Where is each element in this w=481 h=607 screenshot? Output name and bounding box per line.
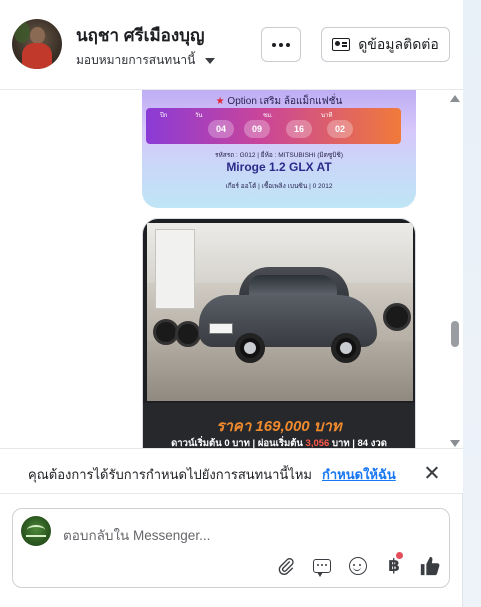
conversation-panel: นฤชา ศรีเมืองบุญ มอบหมายการสนทนานี้ ดูข้… xyxy=(0,0,463,607)
more-dots-icon xyxy=(272,42,290,47)
car-promo-image-2[interactable]: ราคา 169,000 บาท ดาวน์เริ่มต้น 0 บาท | ผ… xyxy=(142,218,416,448)
car-features: เกียร์ ออโต้ | เชื้อเพลิง เบนซิน | 0 201… xyxy=(225,183,333,190)
car-model: Miroge 1.2 GLX AT xyxy=(226,160,332,174)
contact-card-icon xyxy=(332,38,351,51)
timer-value-0: 04 xyxy=(208,120,234,138)
timer-label-0: ปีก xyxy=(160,113,168,119)
scroll-up-arrow-icon[interactable] xyxy=(450,95,460,102)
finance-terms: ดาวน์เริ่มต้น 0 บาท | ผ่อนเริ่มต้น 3,056… xyxy=(143,436,415,448)
timer-value-1: 09 xyxy=(244,120,270,138)
saved-reply-icon[interactable] xyxy=(311,555,333,577)
scrollbar-thumb[interactable] xyxy=(451,321,459,347)
assign-conversation-dropdown[interactable]: มอบหมายการสนทนานี้ xyxy=(76,51,216,70)
avatar-body xyxy=(22,43,52,69)
timer-value-2: 16 xyxy=(286,120,312,138)
option-text: Option เสริม ล้อแม็กแฟชั่น xyxy=(227,96,343,107)
timer-label-3: นาที xyxy=(321,113,333,119)
baht-payment-icon[interactable]: ฿ xyxy=(383,552,405,577)
terms-highlight: 3,056 xyxy=(305,438,330,448)
message-thread[interactable]: ★ Option เสริม ล้อแม็กแฟชั่น ปีก วัน ชม.… xyxy=(0,90,463,448)
star-icon: ★ xyxy=(215,96,225,107)
more-options-button[interactable] xyxy=(261,27,301,62)
view-contact-label: ดูข้อมูลติดต่อ xyxy=(358,35,439,52)
avatar-head xyxy=(30,27,45,44)
terms-b: บาท | 84 งวด xyxy=(329,438,387,448)
car-photo xyxy=(147,223,413,401)
car-promo-image-1[interactable]: ★ Option เสริม ล้อแม็กแฟชั่น ปีก วัน ชม.… xyxy=(142,90,416,208)
scroll-down-arrow-icon[interactable] xyxy=(450,440,460,447)
like-thumb-icon[interactable] xyxy=(419,555,441,577)
car-plate xyxy=(209,323,233,334)
terms-a: ดาวน์เริ่มต้น 0 บาท | ผ่อนเริ่มต้น xyxy=(171,438,306,448)
emoji-icon[interactable] xyxy=(347,555,369,577)
car-hatchback xyxy=(199,267,377,365)
car-wheel-rear xyxy=(331,333,361,363)
close-icon[interactable] xyxy=(422,463,442,483)
option-line: ★ Option เสริม ล้อแม็กแฟชั่น xyxy=(142,94,416,109)
caret-down-icon xyxy=(205,57,216,64)
composer-toolbar: ฿ xyxy=(275,552,441,579)
car-wheel-front xyxy=(235,333,265,363)
tire-stack-right xyxy=(383,303,411,331)
timer-label-1: วัน xyxy=(195,113,203,119)
timer-value-3: 02 xyxy=(327,120,353,138)
car-info: รหัสรถ : G012 | ยี่ห้อ : MITSUBISHI (มิต… xyxy=(215,152,343,159)
background-strip xyxy=(463,0,481,607)
assignment-notice: คุณต้องการได้รับการกำหนดไปยังการสนทนานี้… xyxy=(0,448,463,494)
garage-door xyxy=(155,229,195,309)
countdown-timer: ปีก วัน ชม. นาที 04 09 16 02 xyxy=(146,108,401,144)
conversation-header: นฤชา ศรีเมืองบุญ มอบหมายการสนทนานี้ ดูข้… xyxy=(0,0,463,90)
car-window xyxy=(249,275,337,297)
timer-label-2: ชม. xyxy=(263,113,273,119)
assign-to-me-link[interactable]: กำหนดให้ฉัน xyxy=(322,464,396,485)
contact-avatar[interactable] xyxy=(12,19,62,69)
notification-dot xyxy=(395,552,403,559)
notice-text: คุณต้องการได้รับการกำหนดไปยังการสนทนานี้… xyxy=(28,467,312,482)
assign-label: มอบหมายการสนทนานี้ xyxy=(76,53,196,67)
contact-name[interactable]: นฤชา ศรีเมืองบุญ xyxy=(76,22,204,49)
message-composer[interactable]: ตอบกลับใน Messenger... ฿ xyxy=(12,508,450,588)
tire-stack-left-2 xyxy=(175,321,201,347)
paperclip-icon[interactable] xyxy=(275,555,297,577)
page-avatar xyxy=(21,516,51,546)
reply-input[interactable]: ตอบกลับใน Messenger... xyxy=(63,524,210,546)
car-price: ราคา 169,000 บาท xyxy=(216,418,342,435)
view-contact-button[interactable]: ดูข้อมูลติดต่อ xyxy=(321,27,450,62)
avatar-background xyxy=(14,21,30,43)
